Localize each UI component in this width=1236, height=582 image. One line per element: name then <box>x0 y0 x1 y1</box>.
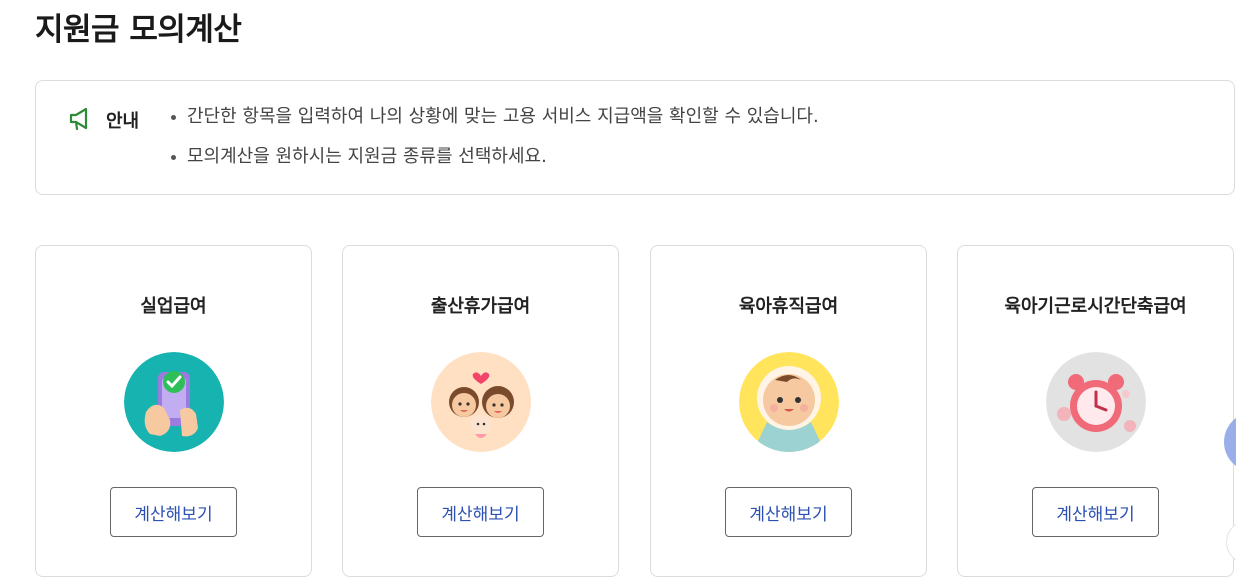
phone-check-illustration <box>124 352 224 452</box>
notice-box: 안내 간단한 항목을 입력하여 나의 상황에 맞는 고용 서비스 지급액을 확인… <box>35 80 1235 195</box>
family-baby-illustration <box>431 352 531 452</box>
notice-list: 간단한 항목을 입력하여 나의 상황에 맞는 고용 서비스 지급액을 확인할 수… <box>171 105 819 185</box>
benefit-cards: 실업급여 계산해보기 출산휴가급여 계산해보기 육아휴직급여 계산해보기 육아기… <box>35 245 1236 577</box>
card-unemployment-benefit: 실업급여 계산해보기 <box>35 245 312 577</box>
notice-item: 간단한 항목을 입력하여 나의 상황에 맞는 고용 서비스 지급액을 확인할 수… <box>171 105 819 145</box>
calculate-button[interactable]: 계산해보기 <box>725 487 852 537</box>
card-reduced-working-hours-benefit: 육아기근로시간단축급여 계산해보기 <box>957 245 1234 577</box>
page-title: 지원금 모의계산 <box>35 12 242 48</box>
card-title: 육아기근로시간단축급여 <box>1004 296 1187 317</box>
megaphone-icon <box>68 106 94 132</box>
alarm-clock-illustration <box>1046 352 1146 452</box>
card-parental-leave-benefit: 육아휴직급여 계산해보기 <box>650 245 927 577</box>
notice-item: 모의계산을 원하시는 지원금 종류를 선택하세요. <box>171 145 819 185</box>
card-title: 실업급여 <box>140 296 207 317</box>
calculate-button[interactable]: 계산해보기 <box>110 487 237 537</box>
baby-face-illustration <box>739 352 839 452</box>
calculate-button[interactable]: 계산해보기 <box>417 487 544 537</box>
card-title: 육아휴직급여 <box>738 296 839 317</box>
calculate-button[interactable]: 계산해보기 <box>1032 487 1159 537</box>
notice-label: 안내 <box>106 111 140 132</box>
card-title: 출산휴가급여 <box>430 296 531 317</box>
card-maternity-leave-benefit: 출산휴가급여 계산해보기 <box>342 245 619 577</box>
